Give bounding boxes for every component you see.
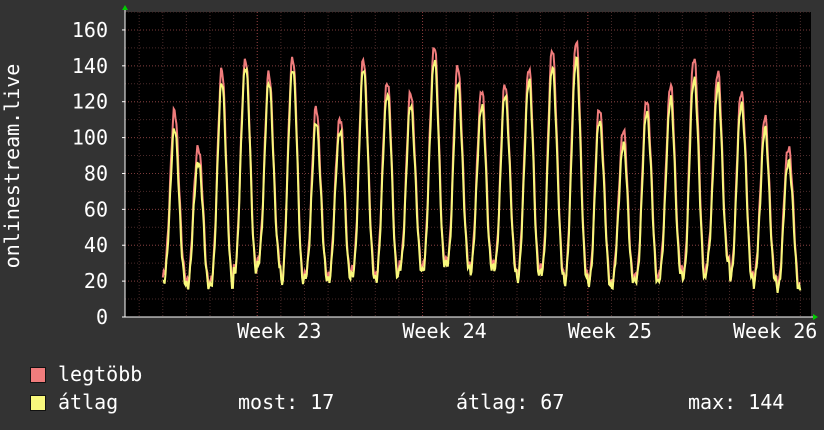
y-tick-label: 100	[72, 126, 108, 150]
x-tick-label: Week 25	[568, 319, 652, 343]
stat-max: max: 144	[688, 390, 785, 414]
y-axis-arrow-icon	[122, 5, 128, 10]
y-tick-label: 60	[84, 197, 108, 221]
y-axis-label: onlinestream.live	[0, 64, 24, 269]
y-tick-label: 40	[84, 233, 108, 257]
legend-label-avg: átlag	[58, 390, 119, 414]
y-tick-label: 120	[72, 90, 108, 114]
y-tick-label: 160	[72, 18, 108, 42]
y-tick-label: 80	[84, 161, 108, 185]
legend-swatch-max	[30, 367, 46, 383]
x-tick-label: Week 23	[237, 319, 321, 343]
y-tick-label: 0	[96, 305, 108, 329]
x-tick-label: Week 26	[733, 319, 817, 343]
stat-current: most: 17	[238, 390, 335, 414]
plot-background	[125, 12, 811, 317]
x-tick-label: Week 24	[402, 319, 486, 343]
y-tick-label: 20	[84, 269, 108, 293]
legend-label-max: legtöbb	[58, 362, 143, 386]
legend-swatch-avg	[30, 395, 46, 411]
y-tick-label: 140	[72, 54, 108, 78]
stat-average: átlag: 67	[456, 390, 565, 414]
